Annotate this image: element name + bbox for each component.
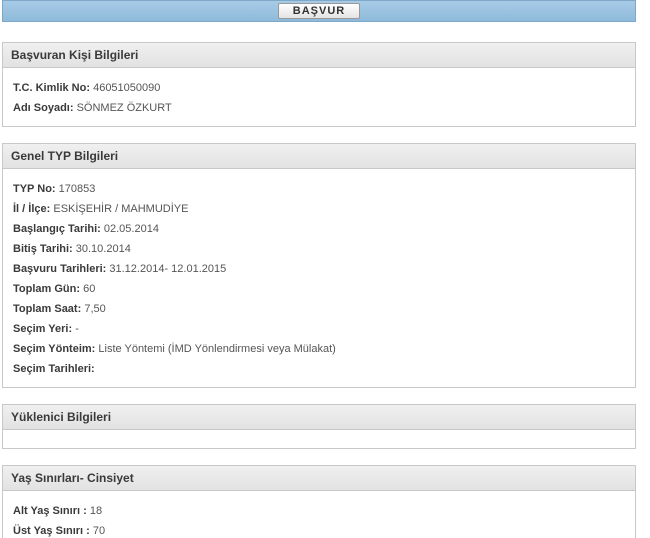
row-lower-age: Alt Yaş Sınırı : 18 bbox=[13, 501, 625, 521]
row-secim-yontem: Seçim Yönteim: Liste Yöntemi (İMD Yönlen… bbox=[13, 339, 625, 359]
value-lower-age: 18 bbox=[90, 505, 102, 517]
section-applicant-body: T.C. Kimlik No: 46051050090 Adı Soyadı: … bbox=[3, 68, 635, 126]
scroll-pane[interactable]: BAŞVUR Başvuran Kişi Bilgileri T.C. Kiml… bbox=[0, 0, 640, 538]
section-contractor-body bbox=[3, 430, 635, 448]
row-ililce: İl / İlçe: ESKİŞEHİR / MAHMUDİYE bbox=[13, 199, 625, 219]
label-upper-age: Üst Yaş Sınırı : bbox=[13, 525, 90, 537]
label-secim-tarihleri: Seçim Tarihleri: bbox=[13, 363, 95, 375]
label-ililce: İl / İlçe: bbox=[13, 203, 50, 215]
section-contractor: Yüklenici Bilgileri bbox=[2, 404, 636, 449]
value-end: 30.10.2014 bbox=[76, 243, 131, 255]
label-start: Başlangıç Tarihi: bbox=[13, 223, 101, 235]
label-apply-dates: Başvuru Tarihleri: bbox=[13, 263, 106, 275]
value-upper-age: 70 bbox=[93, 525, 105, 537]
row-upper-age: Üst Yaş Sınırı : 70 bbox=[13, 521, 625, 538]
row-secim-yeri: Seçim Yeri: - bbox=[13, 319, 625, 339]
label-secim-yontem: Seçim Yönteim: bbox=[13, 343, 95, 355]
label-lower-age: Alt Yaş Sınırı : bbox=[13, 505, 87, 517]
value-apply-dates: 31.12.2014- 12.01.2015 bbox=[109, 263, 226, 275]
row-start: Başlangıç Tarihi: 02.05.2014 bbox=[13, 219, 625, 239]
button-bar: BAŞVUR bbox=[2, 0, 636, 22]
value-total-hours: 7,50 bbox=[84, 303, 105, 315]
label-name: Adı Soyadı: bbox=[13, 102, 74, 114]
section-applicant: Başvuran Kişi Bilgileri T.C. Kimlik No: … bbox=[2, 42, 636, 127]
value-name: SÖNMEZ ÖZKURT bbox=[77, 102, 172, 114]
label-secim-yeri: Seçim Yeri: bbox=[13, 323, 72, 335]
value-typ-no: 170853 bbox=[59, 183, 96, 195]
row-total-days: Toplam Gün: 60 bbox=[13, 279, 625, 299]
value-total-days: 60 bbox=[83, 283, 95, 295]
section-age: Yaş Sınırları- Cinsiyet Alt Yaş Sınırı :… bbox=[2, 465, 636, 538]
row-total-hours: Toplam Saat: 7,50 bbox=[13, 299, 625, 319]
value-ililce: ESKİŞEHİR / MAHMUDİYE bbox=[53, 203, 188, 215]
section-typ: Genel TYP Bilgileri TYP No: 170853 İl / … bbox=[2, 143, 636, 388]
apply-button[interactable]: BAŞVUR bbox=[278, 3, 360, 19]
row-name: Adı Soyadı: SÖNMEZ ÖZKURT bbox=[13, 98, 625, 118]
section-contractor-header: Yüklenici Bilgileri bbox=[3, 405, 635, 430]
viewport: BAŞVUR Başvuran Kişi Bilgileri T.C. Kiml… bbox=[0, 0, 650, 538]
label-total-days: Toplam Gün: bbox=[13, 283, 80, 295]
label-tc: T.C. Kimlik No: bbox=[13, 82, 90, 94]
label-end: Bitiş Tarihi: bbox=[13, 243, 73, 255]
label-total-hours: Toplam Saat: bbox=[13, 303, 81, 315]
value-tc: 46051050090 bbox=[93, 82, 160, 94]
value-secim-yeri: - bbox=[75, 323, 79, 335]
row-apply-dates: Başvuru Tarihleri: 31.12.2014- 12.01.201… bbox=[13, 259, 625, 279]
row-secim-tarihleri: Seçim Tarihleri: bbox=[13, 359, 625, 379]
section-applicant-header: Başvuran Kişi Bilgileri bbox=[3, 43, 635, 68]
section-typ-header: Genel TYP Bilgileri bbox=[3, 144, 635, 169]
row-end: Bitiş Tarihi: 30.10.2014 bbox=[13, 239, 625, 259]
section-typ-body: TYP No: 170853 İl / İlçe: ESKİŞEHİR / MA… bbox=[3, 169, 635, 387]
section-age-body: Alt Yaş Sınırı : 18 Üst Yaş Sınırı : 70 … bbox=[3, 491, 635, 538]
value-start: 02.05.2014 bbox=[104, 223, 159, 235]
value-secim-yontem: Liste Yöntemi (İMD Yönlendirmesi veya Mü… bbox=[98, 343, 335, 355]
row-tc: T.C. Kimlik No: 46051050090 bbox=[13, 78, 625, 98]
label-typ-no: TYP No: bbox=[13, 183, 56, 195]
content-inner: BAŞVUR Başvuran Kişi Bilgileri T.C. Kiml… bbox=[0, 0, 640, 538]
row-typ-no: TYP No: 170853 bbox=[13, 179, 625, 199]
section-age-header: Yaş Sınırları- Cinsiyet bbox=[3, 466, 635, 491]
